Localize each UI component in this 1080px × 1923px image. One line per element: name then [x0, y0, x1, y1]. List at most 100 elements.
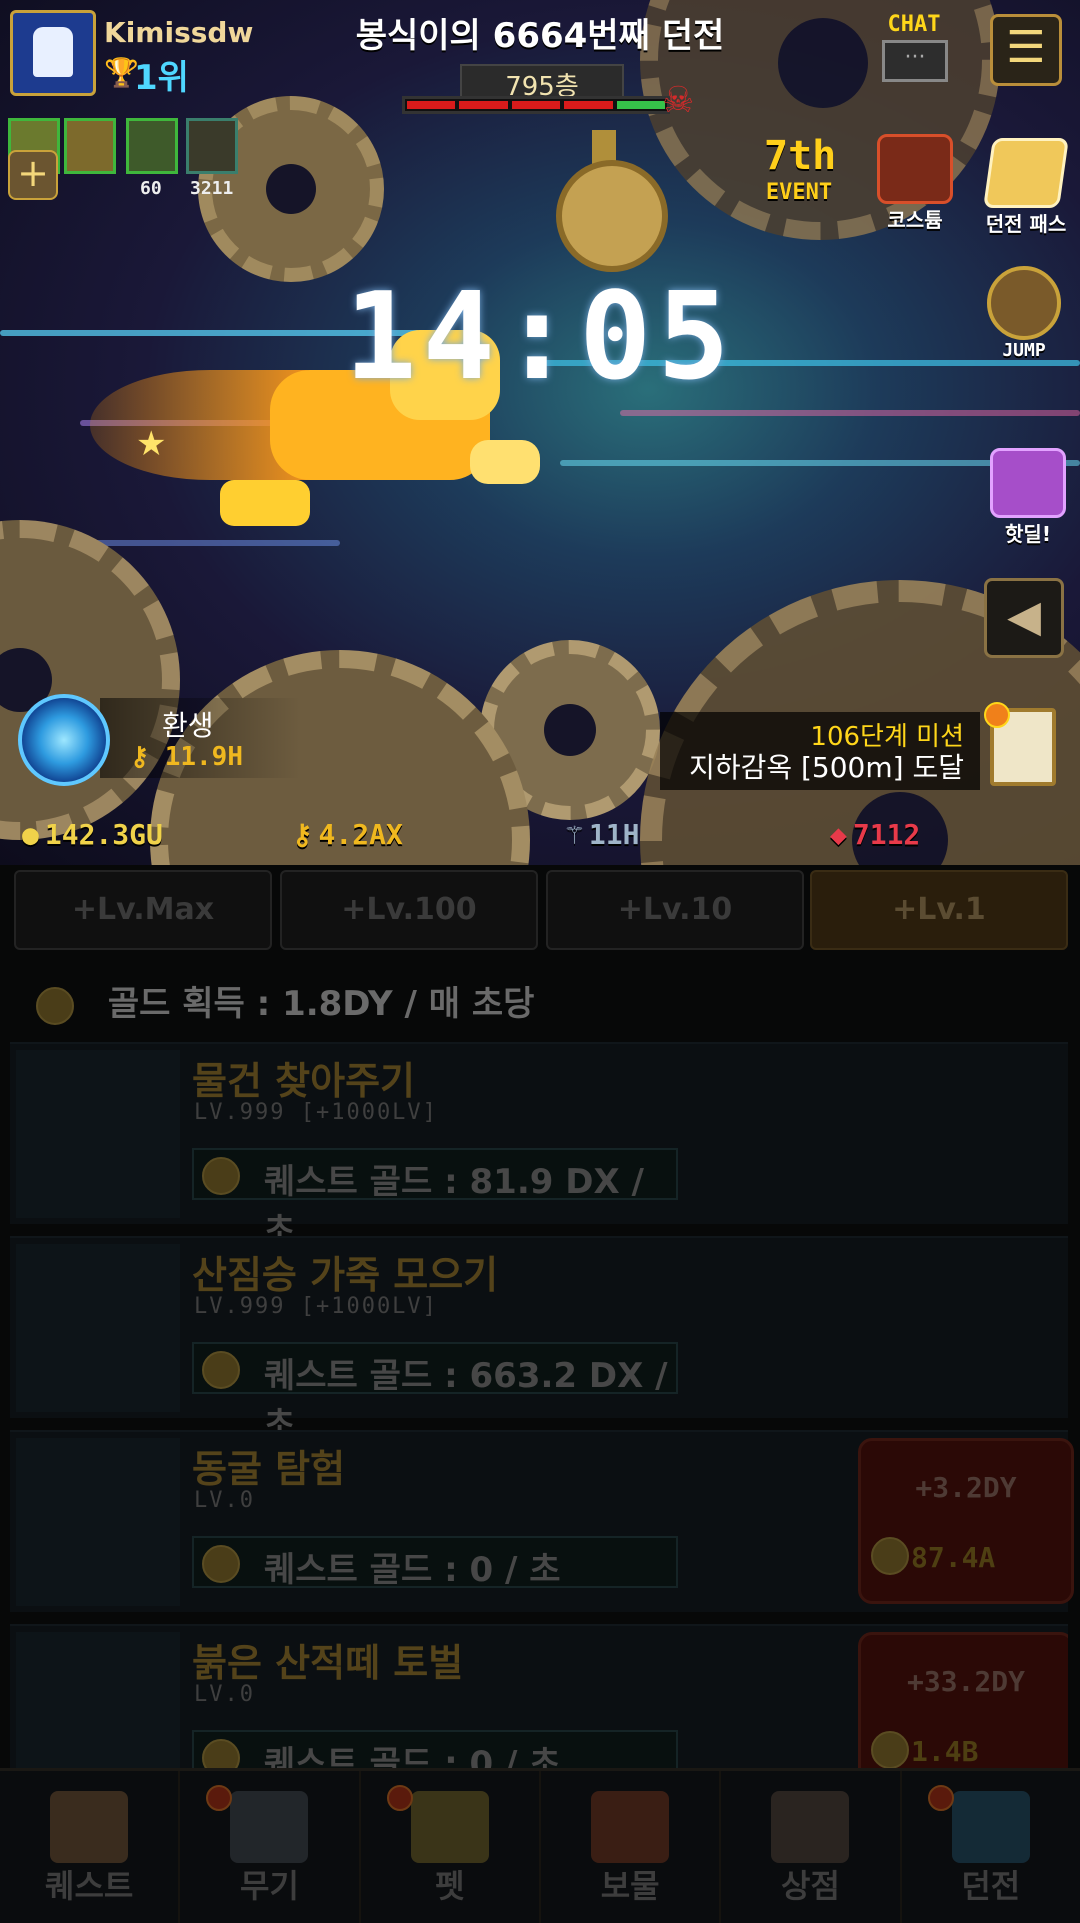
- quest-title: 동굴 탐험: [192, 1447, 346, 1491]
- add-skill-button[interactable]: +: [8, 150, 58, 200]
- quest-gold-box: 퀘스트 골드 : 663.2 DX / 초: [192, 1342, 678, 1445]
- chat-button[interactable]: CHAT ···: [876, 12, 952, 86]
- collapse-side-button[interactable]: ◀: [984, 578, 1064, 658]
- nav-pet[interactable]: 펫: [361, 1771, 541, 1923]
- hotdeal-button[interactable]: 핫딜!: [988, 448, 1068, 547]
- notification-dot: [927, 1785, 954, 1811]
- upgrade-gain: +33.2DY: [906, 1665, 1025, 1698]
- costume-icon: [877, 134, 953, 204]
- stage-timer: 14:05: [344, 268, 736, 407]
- quest-title: 산짐승 가죽 모으기: [192, 1253, 499, 1297]
- quest-thumbnail: [16, 1050, 180, 1218]
- nav-quest[interactable]: 퀘스트: [0, 1771, 181, 1923]
- tab-lv-max[interactable]: +Lv.Max: [14, 870, 272, 950]
- gold-rate-row: 골드 획득 : 1.8DY / 매 초당: [36, 976, 534, 1025]
- dungeon-pass-button[interactable]: 던전 패스: [976, 138, 1076, 237]
- player-rank: 1위: [134, 58, 189, 98]
- hotdeal-label: 핫딜!: [1005, 522, 1051, 546]
- rebirth-label: 환생: [162, 709, 214, 742]
- key-icon: ⚷: [130, 742, 165, 772]
- coin-icon: [202, 1351, 240, 1389]
- nav-shop[interactable]: 상점: [721, 1771, 902, 1923]
- quest-level: LV.0: [194, 1682, 255, 1707]
- gold-value: 142.3GU: [44, 818, 163, 851]
- coin-icon: [871, 1731, 909, 1769]
- tab-lv-100[interactable]: +Lv.100: [280, 870, 538, 950]
- gem-currency: ◆ 7112: [830, 818, 920, 851]
- demon-icon: ☠: [662, 80, 695, 121]
- quest-level: LV.999 [+1000LV]: [194, 1100, 438, 1125]
- chick-icon: [410, 1791, 489, 1863]
- skill-slot[interactable]: [126, 118, 178, 174]
- quest-upgrade-button[interactable]: +3.2DY 87.4A: [858, 1438, 1074, 1604]
- quest-gold-box: 퀘스트 골드 : 0 / 초: [192, 1730, 678, 1770]
- coin-icon: [202, 1545, 240, 1583]
- wand-icon: ⚚: [566, 818, 583, 851]
- nav-label: 보물: [600, 1867, 660, 1905]
- gem-value: 7112: [852, 818, 921, 851]
- wand-value: 11H: [588, 818, 640, 851]
- chat-label: CHAT: [887, 12, 941, 37]
- nav-label: 퀘스트: [45, 1867, 134, 1905]
- gold-rate-text: 골드 획득 : 1.8DY / 매 초당: [107, 984, 535, 1024]
- nav-treasure[interactable]: 보물: [541, 1771, 722, 1923]
- quest-thumbnail: [16, 1244, 180, 1412]
- gift-box-icon: [990, 448, 1066, 518]
- notification-dot: [386, 1785, 413, 1811]
- shop-icon: [771, 1791, 850, 1863]
- skill-slot[interactable]: [186, 118, 238, 174]
- speed-streak: [620, 410, 1080, 416]
- nav-dungeon[interactable]: 던전: [902, 1771, 1080, 1923]
- chat-bubble-icon: ···: [882, 40, 948, 82]
- mission-desc: 지하감옥 [500m] 도달: [689, 751, 964, 784]
- bottom-nav: 퀘스트 무기 펫 보물 상점 던전: [0, 1768, 1080, 1923]
- quest-row[interactable]: 산짐승 가죽 모으기 LV.999 [+1000LV] 퀘스트 골드 : 663…: [10, 1236, 1068, 1445]
- scroll-icon: [50, 1791, 129, 1863]
- quest-row[interactable]: 물건 찾아주기 LV.999 [+1000LV] 퀘스트 골드 : 81.9 D…: [10, 1042, 1068, 1251]
- boss-hp-bar: [402, 96, 670, 114]
- upgrade-cost: 87.4A: [911, 1541, 996, 1574]
- sword-icon: [230, 1791, 309, 1863]
- quest-gold-text: 퀘스트 골드 : 0 / 초: [264, 1550, 561, 1590]
- rebirth-icon[interactable]: [18, 694, 110, 786]
- dungeon-pass-label: 던전 패스: [985, 212, 1067, 236]
- coin-icon: [202, 1157, 240, 1195]
- skill-slot[interactable]: [64, 118, 116, 174]
- clock-icon: [987, 266, 1061, 340]
- rebirth-key-value: ⚷ 11.9H: [130, 742, 243, 772]
- tab-lv-10[interactable]: +Lv.10: [546, 870, 804, 950]
- coin-icon: [36, 986, 74, 1025]
- jump-button[interactable]: JUMP: [976, 266, 1072, 361]
- quest-title: 물건 찾아주기: [192, 1059, 415, 1103]
- jump-label: JUMP: [1002, 340, 1046, 361]
- game-scene[interactable]: ★ Kimissdw 🏆 1위 + 60 3211 봉식이의 6664번째 던전…: [0, 0, 1080, 865]
- event-button[interactable]: 7th EVENT: [764, 134, 836, 205]
- upgrade-gain: +3.2DY: [915, 1471, 1017, 1504]
- skill-count: 60: [140, 178, 162, 199]
- key-value: 4.2AX: [318, 818, 403, 851]
- rebirth-value: 11.9H: [164, 742, 243, 772]
- upgrade-cost: 1.4B: [911, 1735, 979, 1768]
- quest-level: LV.999 [+1000LV]: [194, 1294, 438, 1319]
- costume-label: 코스튬: [887, 208, 943, 232]
- tab-lv-1[interactable]: +Lv.1: [810, 870, 1068, 950]
- nav-label: 펫: [435, 1867, 465, 1905]
- key-currency: ⚷ 4.2AX: [292, 818, 403, 851]
- nav-weapon[interactable]: 무기: [180, 1771, 361, 1923]
- coin-icon: [202, 1739, 240, 1770]
- dungeon-gate-icon: [951, 1791, 1030, 1863]
- quest-upgrade-button[interactable]: +33.2DY 1.4B: [858, 1632, 1068, 1770]
- costume-button[interactable]: 코스튬: [870, 134, 960, 233]
- quest-title: 붉은 산적떼 토벌: [192, 1641, 464, 1685]
- wand-currency: ⚚ 11H: [566, 818, 639, 851]
- quest-gold-box: 퀘스트 골드 : 81.9 DX / 초: [192, 1148, 678, 1251]
- skill-count: 3211: [190, 178, 234, 199]
- gear-decoration: [0, 520, 180, 840]
- gem-icon: ◆: [830, 818, 847, 851]
- quest-row[interactable]: 붉은 산적떼 토벌 LV.0 퀘스트 골드 : 0 / 초 +33.2DY 1.…: [10, 1624, 1068, 1770]
- menu-button[interactable]: ☰: [990, 14, 1062, 86]
- quest-row[interactable]: 동굴 탐험 LV.0 퀘스트 골드 : 0 / 초 +3.2DY 87.4A: [10, 1430, 1074, 1612]
- coin-icon: [871, 1537, 909, 1575]
- nav-label: 상점: [781, 1867, 840, 1905]
- quest-gold-box: 퀘스트 골드 : 0 / 초: [192, 1536, 678, 1590]
